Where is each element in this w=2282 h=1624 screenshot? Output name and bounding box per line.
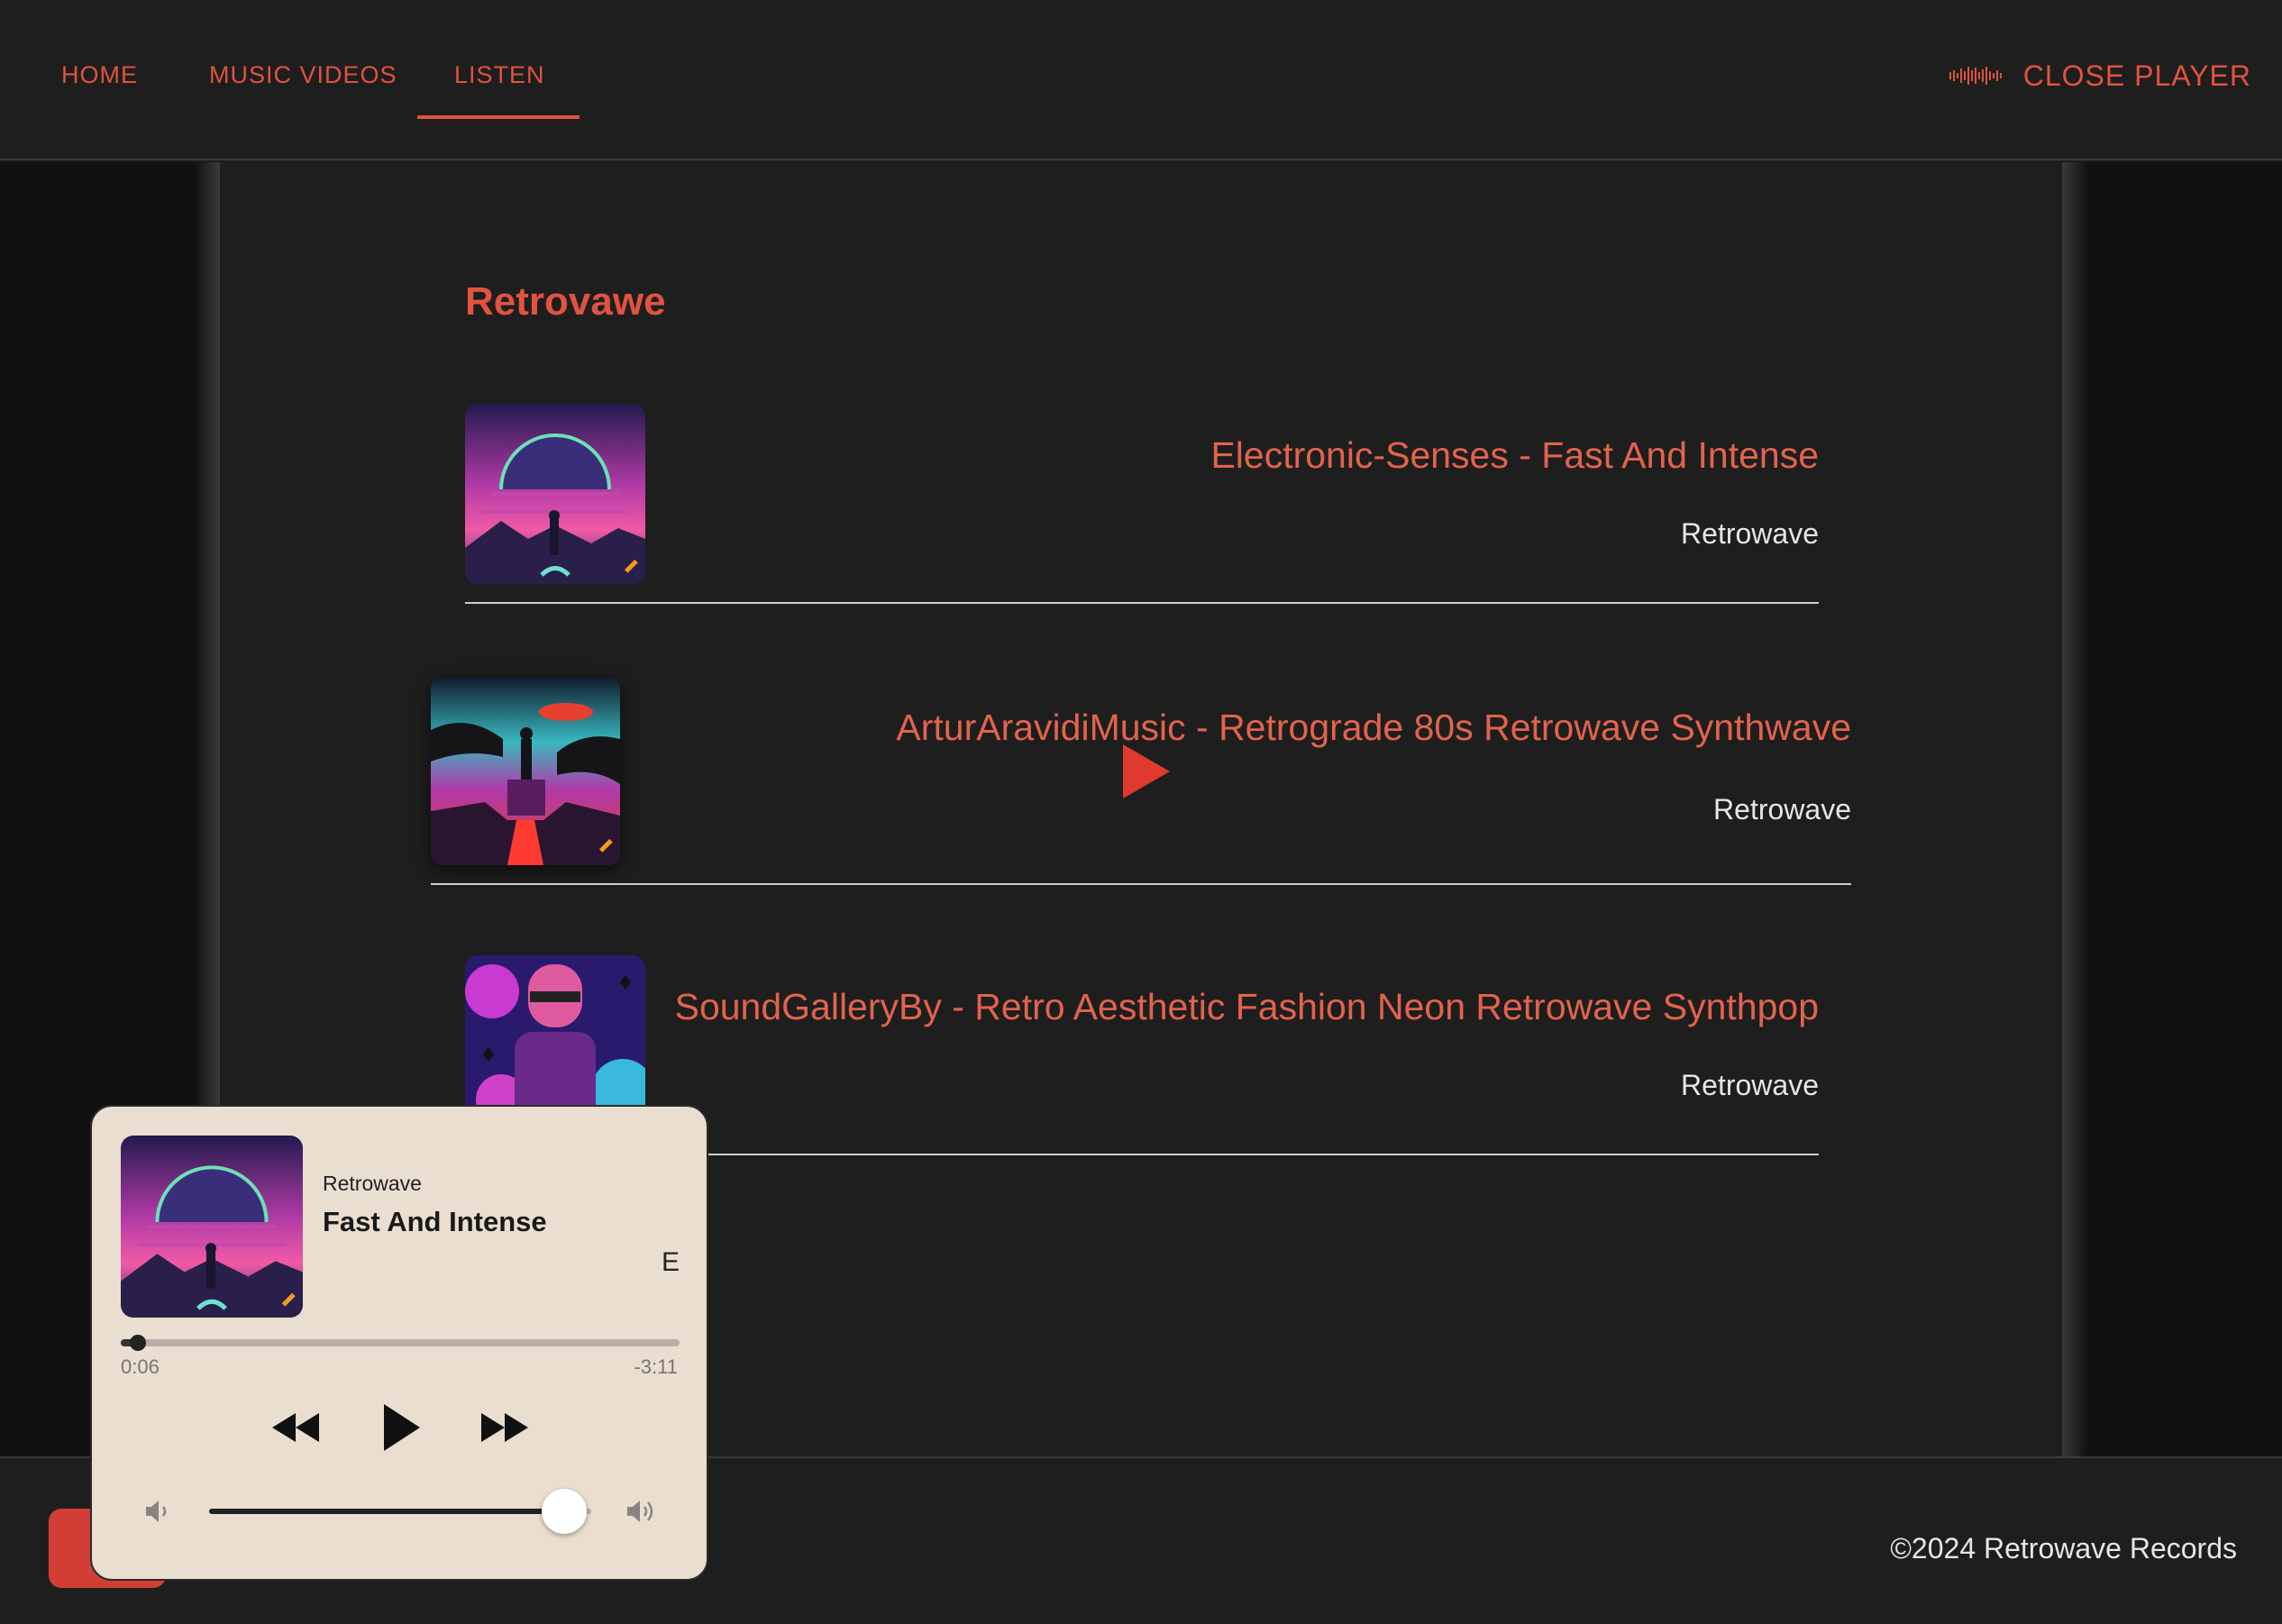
track-artist: Retrowave: [1681, 517, 1819, 551]
nav-listen-link[interactable]: LISTEN: [454, 61, 545, 89]
track-title[interactable]: ArturAravidiMusic - Retrograde 80s Retro…: [896, 707, 1851, 749]
elapsed-time: 0:06: [121, 1355, 160, 1379]
volume-high-icon[interactable]: [624, 1496, 660, 1527]
track-artist: Retrowave: [1713, 793, 1851, 826]
fast-forward-icon[interactable]: [479, 1400, 530, 1455]
right-gutter: [2062, 162, 2282, 1456]
copyright-text: ©2024 Retrowave Records: [1890, 1532, 2237, 1565]
explicit-badge: E: [662, 1247, 680, 1278]
progress-handle[interactable]: [130, 1335, 146, 1351]
volume-low-icon[interactable]: [142, 1496, 173, 1527]
top-nav-bar: HOME MUSIC VIDEOS LISTEN CLOSE PLAYER: [0, 0, 2282, 160]
track-artist: Retrowave: [1681, 1069, 1819, 1102]
nav-home-link[interactable]: HOME: [61, 61, 138, 89]
track-divider: [431, 883, 1851, 885]
audio-wave-icon[interactable]: [1949, 65, 2004, 87]
play-icon[interactable]: [1123, 744, 1170, 798]
track-row[interactable]: Electronic-Senses - Fast And Intense Ret…: [465, 404, 1819, 604]
now-playing-cover: [121, 1136, 303, 1318]
track-divider: [465, 602, 1819, 604]
volume-fill: [209, 1509, 564, 1514]
play-icon[interactable]: [379, 1400, 424, 1455]
remaining-time: -3:11: [634, 1355, 678, 1379]
playlist-title: Retrovawe: [465, 279, 666, 324]
track-title[interactable]: SoundGalleryBy - Retro Aesthetic Fashion…: [675, 986, 1819, 1028]
rewind-icon[interactable]: [270, 1400, 321, 1455]
close-player-button[interactable]: CLOSE PLAYER: [2023, 59, 2251, 93]
progress-slider[interactable]: [121, 1339, 680, 1346]
track-title[interactable]: Electronic-Senses - Fast And Intense: [1210, 434, 1819, 477]
active-tab-indicator: [417, 115, 580, 119]
mini-player: Retrowave Fast And Intense E 0:06 -3:11: [90, 1105, 708, 1581]
nav-music-videos-link[interactable]: MUSIC VIDEOS: [209, 61, 397, 89]
volume-handle[interactable]: [542, 1489, 587, 1534]
track-cover-image: [465, 404, 645, 584]
now-playing-artist: Retrowave: [323, 1172, 422, 1196]
now-playing-title: Fast And Intense: [323, 1206, 547, 1238]
volume-slider[interactable]: [209, 1509, 591, 1514]
track-cover-image: [431, 676, 620, 865]
